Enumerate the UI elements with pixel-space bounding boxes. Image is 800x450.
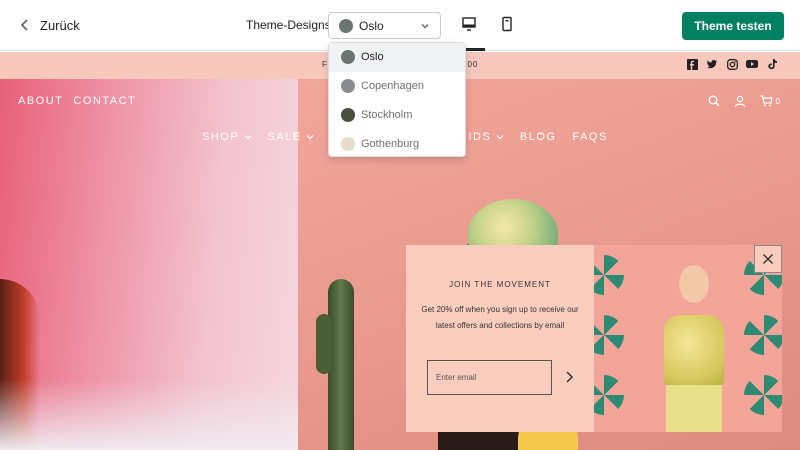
theme-design-dropdown: Oslo Copenhagen Stockholm Gothenburg <box>328 42 466 157</box>
menu-shop[interactable]: SHOP <box>202 131 252 143</box>
popup-pattern <box>744 315 782 355</box>
selected-theme-label: Oslo <box>359 18 384 33</box>
chevron-down-icon <box>421 24 429 29</box>
header-icons: 0 <box>708 95 780 107</box>
mobile-view-button[interactable] <box>498 14 516 34</box>
theme-option-label: Gothenburg <box>361 137 420 150</box>
hero-left-fade <box>0 379 298 450</box>
email-field[interactable]: Enter email <box>427 360 552 395</box>
menu-ids[interactable]: IDS <box>468 131 504 143</box>
search-icon[interactable] <box>708 95 720 107</box>
back-label: Zurück <box>40 17 80 33</box>
theme-option-label: Stockholm <box>361 108 413 121</box>
theme-swatch <box>341 107 355 122</box>
desktop-view-button[interactable] <box>460 14 478 34</box>
popup-model-shorts <box>666 385 722 432</box>
theme-swatch <box>341 136 355 151</box>
popup-model-face <box>679 265 709 303</box>
menu-blog[interactable]: BLOG <box>520 131 557 143</box>
twitter-icon[interactable] <box>706 58 718 70</box>
cart-button[interactable]: 0 <box>760 95 780 107</box>
nav-about[interactable]: ABOUT <box>18 95 63 107</box>
close-icon <box>763 254 773 264</box>
hero-cactus-arm <box>316 314 332 374</box>
popup-model <box>654 245 734 432</box>
theme-swatch <box>341 50 355 65</box>
menu-sale[interactable]: SALE <box>268 131 315 143</box>
nav-contact[interactable]: CONTACT <box>73 95 136 107</box>
menu-ids-label: IDS <box>468 131 492 143</box>
popup-image <box>594 245 782 432</box>
theme-option-label: Copenhagen <box>361 80 425 93</box>
cart-count: 0 <box>775 96 780 106</box>
youtube-icon[interactable] <box>746 58 758 70</box>
theme-option-stockholm[interactable]: Stockholm <box>329 101 465 130</box>
selected-theme-swatch <box>339 18 353 33</box>
popup-close-button[interactable] <box>754 245 782 273</box>
menu-shop-label: SHOP <box>202 131 239 143</box>
arrow-right-icon[interactable] <box>561 369 577 385</box>
theme-designs-label: Theme-Designs <box>246 18 331 32</box>
cart-icon <box>760 95 773 107</box>
user-icon[interactable] <box>734 95 746 107</box>
popup-pattern <box>594 255 624 295</box>
theme-swatch <box>341 79 355 94</box>
chevron-left-icon <box>20 19 28 31</box>
popup-pattern <box>594 375 624 415</box>
theme-option-label: Oslo <box>361 51 384 64</box>
newsletter-popup: JOIN THE MOVEMENT Get 20% off when you s… <box>406 245 782 432</box>
facebook-icon[interactable] <box>686 58 698 70</box>
theme-option-gothenburg[interactable]: Gothenburg <box>329 129 465 158</box>
theme-option-copenhagen[interactable]: Copenhagen <box>329 72 465 101</box>
menu-faqs[interactable]: FAQS <box>572 131 607 143</box>
theme-option-oslo[interactable]: Oslo <box>329 43 465 72</box>
test-theme-button[interactable]: Theme testen <box>682 12 784 40</box>
header-left-links: ABOUT CONTACT <box>18 95 136 107</box>
popup-pattern <box>744 375 782 415</box>
back-button[interactable]: Zurück <box>18 14 80 36</box>
popup-title: JOIN THE MOVEMENT <box>449 280 551 289</box>
theme-design-select[interactable]: Oslo <box>328 12 441 39</box>
popup-model-blouse <box>664 315 724 385</box>
desktop-icon <box>462 17 476 31</box>
chevron-down-icon <box>306 135 314 140</box>
popup-text: Get 20% off when you sign up to receive … <box>421 305 579 330</box>
mobile-icon <box>502 16 512 32</box>
chevron-down-icon <box>496 135 504 140</box>
chevron-down-icon <box>244 135 251 140</box>
instagram-icon[interactable] <box>726 58 738 70</box>
tiktok-icon[interactable] <box>766 58 778 70</box>
social-links <box>686 58 778 70</box>
menu-sale-label: SALE <box>267 131 302 143</box>
popup-pattern <box>594 315 624 355</box>
